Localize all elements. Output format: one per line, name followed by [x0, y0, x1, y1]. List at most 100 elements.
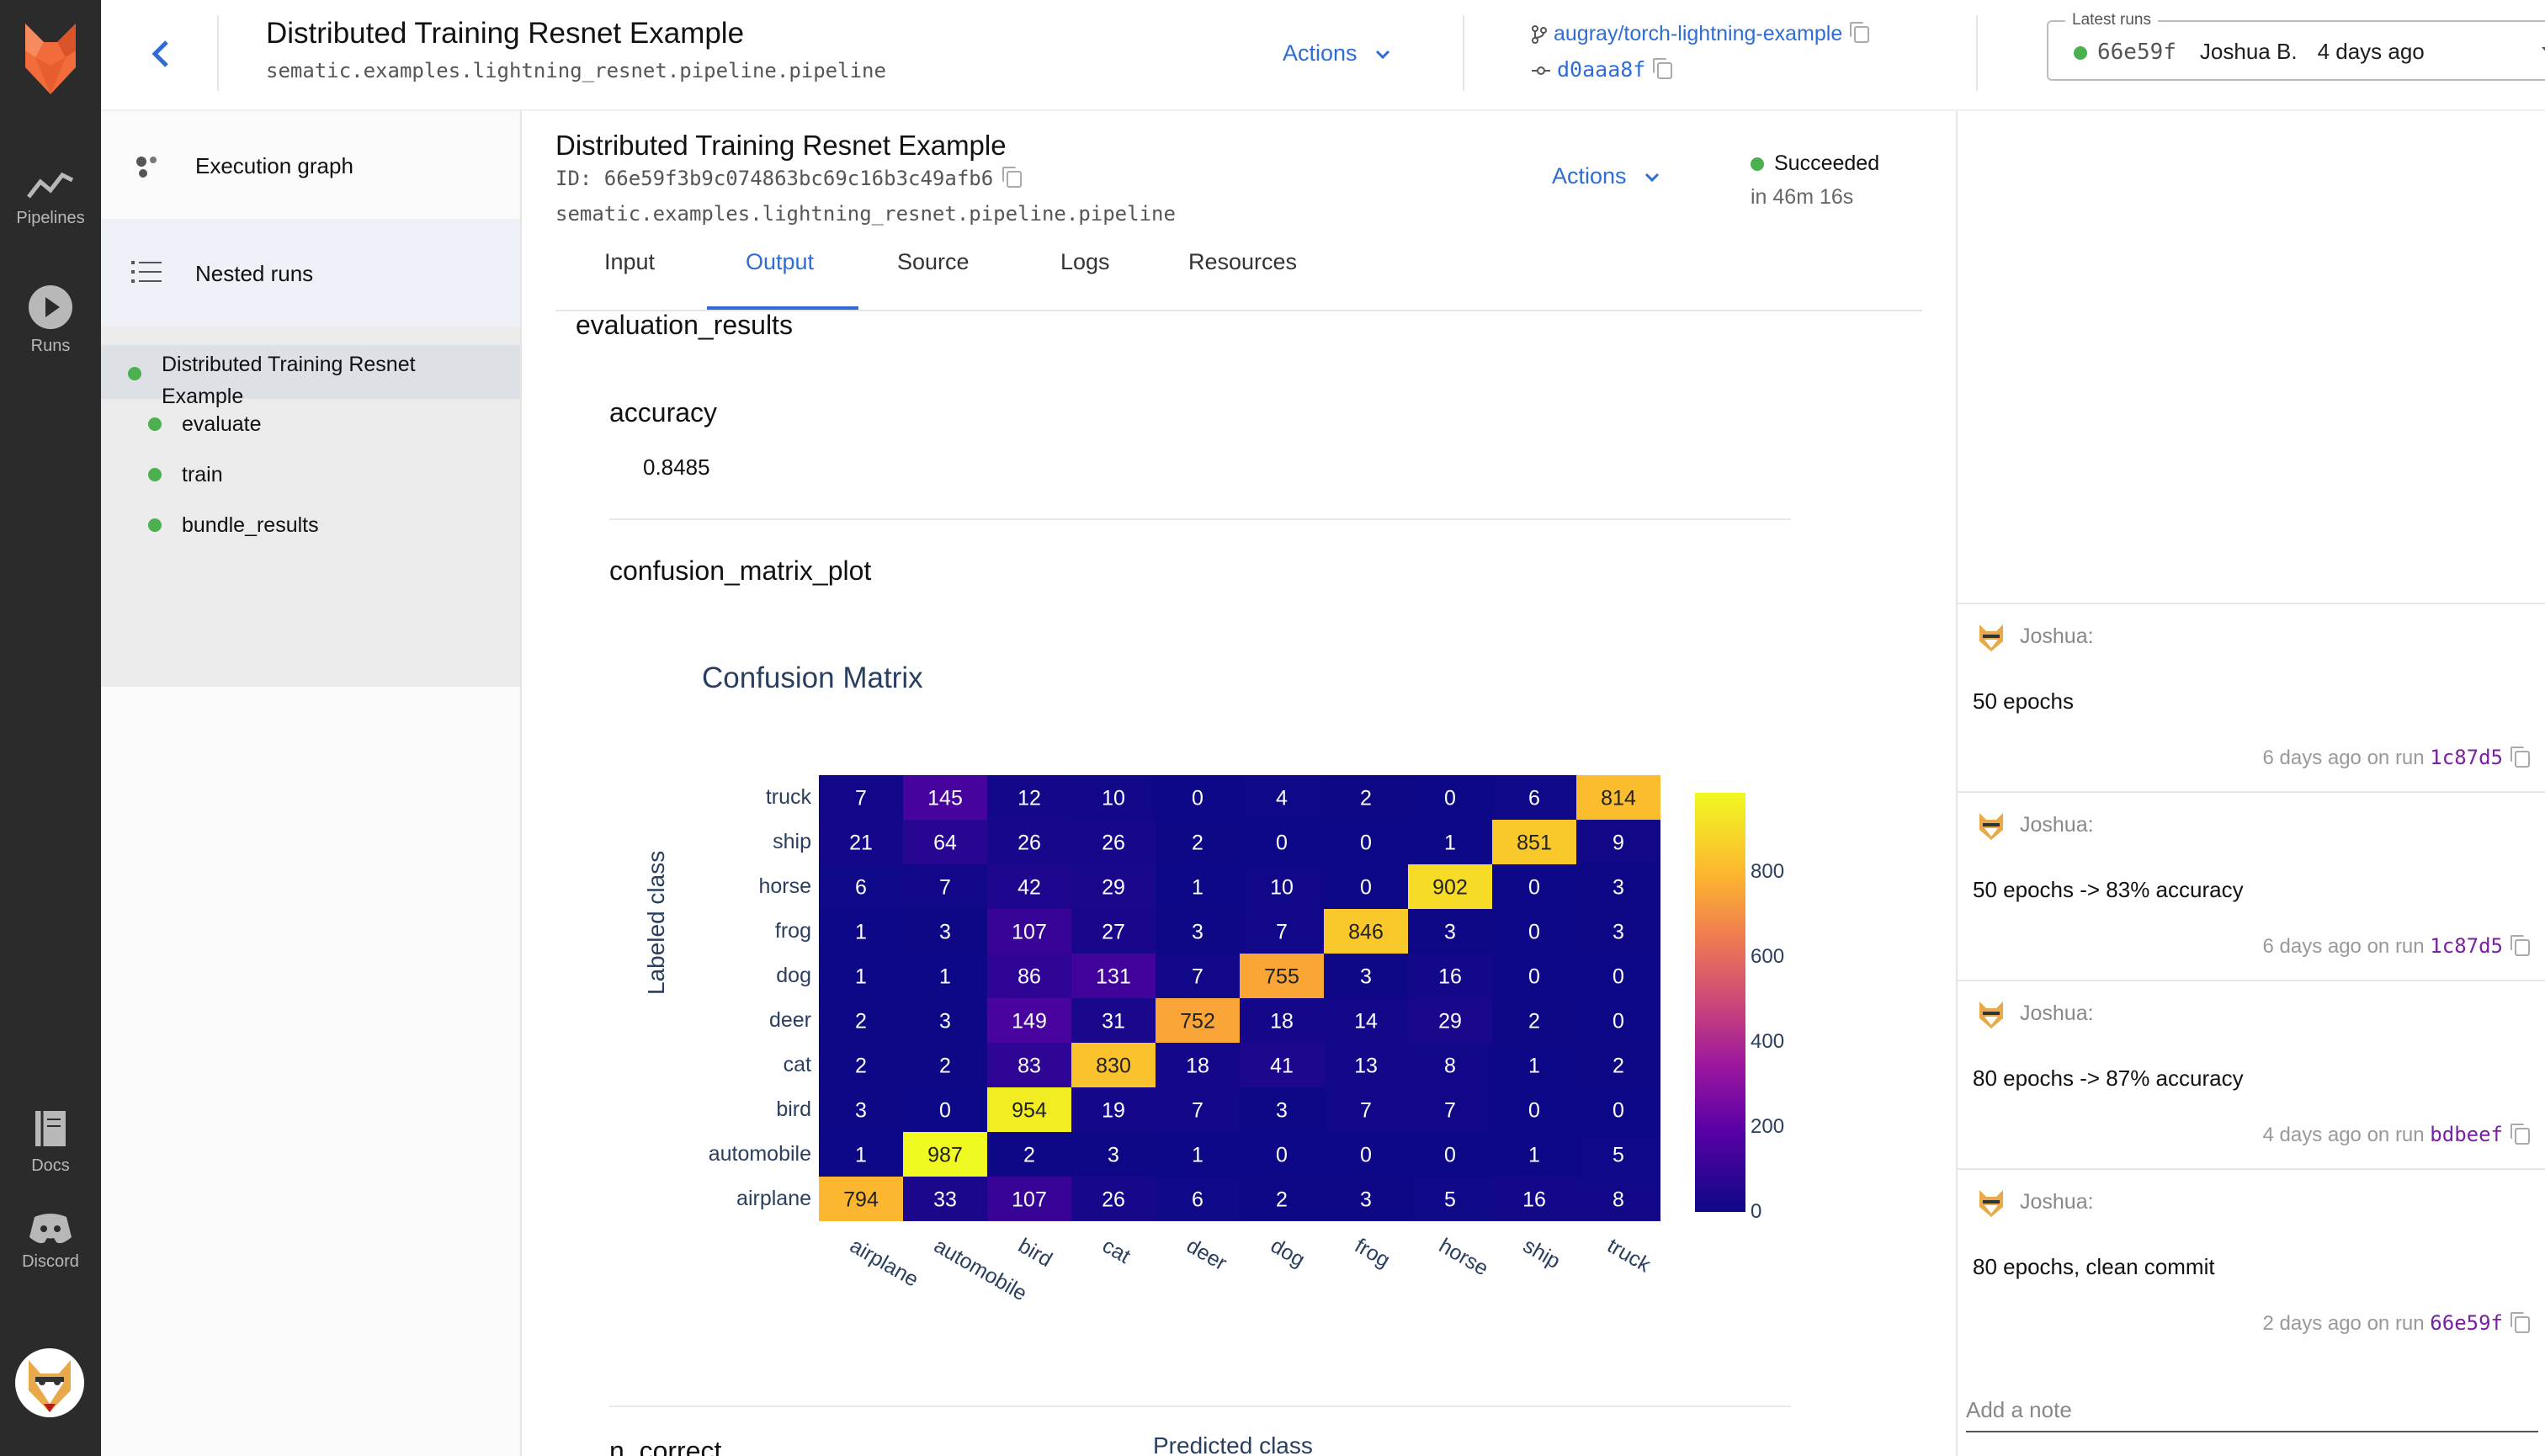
heatmap-cell-value: 2	[1613, 1055, 1624, 1078]
note-time: 4 days ago on run	[2262, 1124, 2431, 1146]
run-id-label: ID: 66e59f3b9c074863bc69c16b3c49afb6	[555, 167, 994, 190]
copy-icon[interactable]	[1002, 167, 1023, 188]
heatmap-cell-value: 26	[1017, 832, 1041, 855]
tree-item-bundle-results[interactable]: bundle_results	[101, 507, 520, 552]
sematic-logo[interactable]	[19, 17, 82, 98]
copy-icon[interactable]	[1653, 58, 1673, 79]
heatmap-cell-value: 3	[1360, 965, 1372, 989]
tab-resources[interactable]: Resources	[1188, 249, 1297, 275]
nav-runs[interactable]: Runs	[0, 284, 101, 356]
header-actions-button[interactable]: Actions	[1283, 40, 1391, 66]
latest-runs-select[interactable]: Latest runs 66e59f Joshua B. 4 days ago	[2047, 11, 2545, 81]
note-meta: 6 days ago on run 1c87d5	[2262, 934, 2530, 959]
heatmap-cell-value: 0	[1528, 965, 1540, 989]
heatmap-cell-value: 107	[1012, 1188, 1047, 1212]
heatmap-cell-value: 8	[1444, 1055, 1456, 1078]
status-dot	[1751, 157, 1764, 172]
copy-icon[interactable]	[2510, 746, 2530, 768]
nav-docs-label: Docs	[31, 1156, 70, 1175]
tab-output[interactable]: Output	[746, 249, 814, 275]
x-tick-label: ship	[1519, 1234, 1565, 1274]
heatmap-cell-value: 14	[1354, 1010, 1378, 1034]
pipelines-icon	[27, 172, 74, 199]
latest-runs-label: Latest runs	[2065, 11, 2158, 29]
heatmap-cell-value: 1	[855, 965, 867, 989]
chart-title: Confusion Matrix	[702, 662, 923, 694]
status-dot	[148, 417, 162, 431]
user-avatar[interactable]	[15, 1348, 84, 1417]
heatmap-cell-value: 2	[855, 1010, 867, 1034]
divider	[609, 1406, 1791, 1407]
note-meta: 6 days ago on run 1c87d5	[2262, 746, 2530, 770]
output-section-title: evaluation_results	[576, 310, 793, 340]
back-chevron-icon[interactable]	[145, 37, 178, 71]
nav-pipelines[interactable]: Pipelines	[0, 168, 101, 228]
colorbar	[1695, 793, 1745, 1212]
sidebar-item-nested-runs[interactable]: Nested runs	[101, 219, 520, 328]
author-avatar-icon	[1979, 813, 2003, 840]
note-run-link[interactable]: bdbeef	[2430, 1123, 2503, 1146]
heatmap-cell-value: 1	[1528, 1144, 1540, 1167]
tree-item-root[interactable]: Distributed Training Resnet Example	[101, 345, 520, 408]
heatmap-cell-value: 10	[1270, 876, 1294, 900]
confusion-matrix-label: confusion_matrix_plot	[609, 555, 872, 586]
heatmap-cell-value: 1	[1444, 832, 1456, 855]
repo-label: augray/torch-lightning-example	[1554, 22, 1843, 45]
heatmap-cell-value: 851	[1517, 832, 1552, 855]
copy-icon[interactable]	[2510, 1123, 2530, 1145]
tab-input[interactable]: Input	[604, 249, 655, 275]
heatmap-cell-value: 2	[855, 1055, 867, 1078]
docs-icon	[35, 1111, 66, 1146]
heatmap-cell-value: 7	[1276, 921, 1288, 944]
heatmap-cell-value: 18	[1270, 1010, 1294, 1034]
execution-graph-label: Execution graph	[195, 153, 353, 178]
status-dot	[128, 367, 141, 380]
repo-link[interactable]: augray/torch-lightning-example	[1532, 22, 1870, 46]
heatmap-cell-value: 2	[1023, 1144, 1035, 1167]
copy-icon[interactable]	[2510, 934, 2530, 956]
x-tick-label: frog	[1351, 1234, 1395, 1273]
heatmap-cell-value: 83	[1017, 1055, 1041, 1078]
heatmap-cell-value: 6	[1528, 787, 1540, 810]
pipeline-title: Distributed Training Resnet Example	[266, 17, 745, 50]
nested-runs-label: Nested runs	[195, 261, 314, 286]
heatmap-cell-value: 6	[855, 876, 867, 900]
heatmap-cell-value: 1	[1192, 1144, 1203, 1167]
x-tick-label: dog	[1267, 1234, 1310, 1273]
graph-icon	[136, 157, 157, 178]
note-run-link[interactable]: 1c87d5	[2430, 746, 2503, 769]
tree-item-evaluate[interactable]: evaluate	[101, 406, 520, 451]
sidebar-item-execution-graph[interactable]: Execution graph	[101, 111, 520, 219]
nav-docs[interactable]: Docs	[0, 1108, 101, 1176]
copy-icon[interactable]	[1850, 22, 1870, 44]
heatmap-cell-value: 13	[1354, 1055, 1378, 1078]
run-id: ID: 66e59f3b9c074863bc69c16b3c49afb6	[555, 167, 1023, 190]
x-tick-label: bird	[1014, 1234, 1057, 1273]
heatmap-cell-value: 27	[1102, 921, 1125, 944]
heatmap-cell-value: 0	[1276, 1144, 1288, 1167]
heatmap-cell-value: 0	[1613, 1010, 1624, 1034]
note-run-link[interactable]: 66e59f	[2430, 1311, 2503, 1335]
heatmap-cell-value: 2	[1192, 832, 1203, 855]
heatmap-cell-value: 0	[1613, 965, 1624, 989]
heatmap-cell-value: 2	[1360, 787, 1372, 810]
tab-source[interactable]: Source	[897, 249, 970, 275]
heatmap-cell-value: 9	[1613, 832, 1624, 855]
nav-discord[interactable]: Discord	[0, 1212, 101, 1272]
commit-link[interactable]: d0aaa8f	[1532, 57, 1673, 82]
colorbar-tick-label: 0	[1751, 1200, 1762, 1223]
actions-label: Actions	[1283, 40, 1358, 66]
heatmap-cell-value: 814	[1601, 787, 1636, 810]
tree-item-train[interactable]: train	[101, 456, 520, 502]
heatmap-cell-value: 8	[1613, 1188, 1624, 1212]
note-run-link[interactable]: 1c87d5	[2430, 934, 2503, 958]
author-avatar-icon	[1979, 1190, 2003, 1217]
heatmap-cell-value: 830	[1096, 1055, 1131, 1078]
run-actions-button[interactable]: Actions	[1552, 163, 1660, 189]
tab-logs[interactable]: Logs	[1060, 249, 1110, 275]
copy-icon[interactable]	[2510, 1311, 2530, 1333]
add-note-input[interactable]: Add a note	[1966, 1397, 2538, 1432]
confusion-matrix-heatmap[interactable]: 7 145 12 10 0 4 2 0 6 81421 64 26 26 2 0 0 1 851 96 7 42 29 1 1…	[819, 775, 1660, 1221]
x-tick-label: cat	[1098, 1234, 1134, 1268]
run-tabs: Input Output Source Logs Resources	[555, 239, 1922, 311]
